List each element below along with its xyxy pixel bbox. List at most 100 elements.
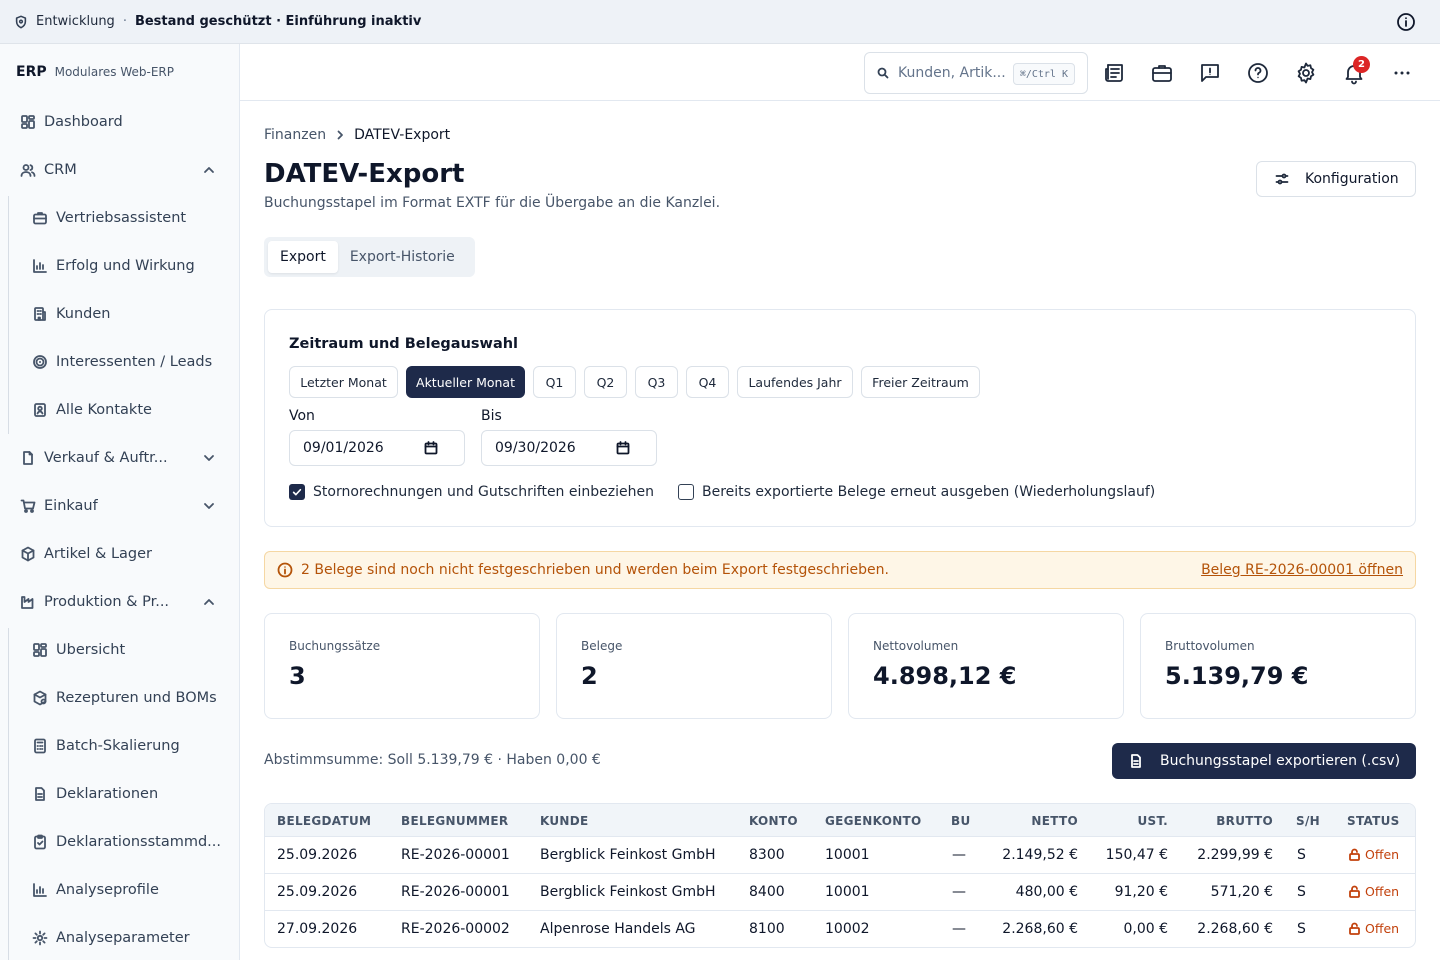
users-icon — [20, 162, 36, 178]
newspaper-icon[interactable] — [1102, 61, 1126, 85]
alert-text: 2 Belege sind noch nicht festgeschrieben… — [301, 562, 889, 578]
export-button-label: Buchungsstapel exportieren (.csv) — [1160, 753, 1401, 769]
dashboard-icon — [20, 114, 36, 130]
chip-q1[interactable]: Q1 — [533, 366, 576, 398]
gear-icon[interactable] — [1294, 61, 1318, 85]
main-content: Finanzen DATEV-Export DATEV-Export Buchu… — [240, 101, 1440, 960]
bar-chart-icon — [32, 258, 48, 274]
sidebar-item-label: Vertriebsassistent — [56, 210, 187, 226]
col-ust[interactable]: UST. — [1137, 814, 1168, 828]
col-sh[interactable]: S/H — [1296, 814, 1320, 828]
col-belegnummer[interactable]: BELEGNUMMER — [401, 814, 508, 828]
sidebar-item-crm[interactable]: CRM — [8, 150, 232, 190]
cell-bu: — — [952, 921, 966, 937]
cell-gegenkonto: 10002 — [825, 921, 870, 937]
col-bu[interactable]: BU — [951, 814, 971, 828]
search-input[interactable]: Kunden, Artik... — [898, 65, 1006, 81]
chevron-up-icon[interactable] — [202, 163, 216, 177]
table-row[interactable]: 27.09.2026 RE-2026-00002 Alpenrose Hande… — [265, 911, 1415, 947]
from-date-input[interactable]: 09/01/2026 — [289, 430, 465, 466]
sidebar-item-deklarationsstammdaten[interactable]: Deklarationsstammd... — [20, 822, 232, 862]
calendar-icon[interactable] — [424, 441, 438, 455]
sidebar-item-dashboard[interactable]: Dashboard — [8, 102, 232, 142]
cell-belegdatum: 25.09.2026 — [277, 847, 358, 863]
global-search[interactable]: Kunden, Artik... ⌘/Ctrl K — [864, 52, 1088, 94]
chip-laufendes-jahr[interactable]: Laufendes Jahr — [737, 366, 853, 398]
sidebar-item-einkauf[interactable]: Einkauf — [8, 486, 232, 526]
gear-icon — [32, 930, 48, 946]
chip-q2[interactable]: Q2 — [584, 366, 627, 398]
sidebar-item-interessenten-leads[interactable]: Interessenten / Leads — [20, 342, 232, 382]
more-icon[interactable] — [1390, 61, 1414, 85]
breadcrumb-finanzen[interactable]: Finanzen — [264, 127, 326, 143]
sidebar-item-rezepturen[interactable]: Rezepturen und BOMs — [20, 678, 232, 718]
tab-export[interactable]: Export — [268, 241, 338, 273]
briefcase-icon[interactable] — [1150, 61, 1174, 85]
stat-value: 2 — [581, 662, 598, 690]
sidebar-item-erfolg-und-wirkung[interactable]: Erfolg und Wirkung — [20, 246, 232, 286]
stat-value: 5.139,79 € — [1165, 662, 1309, 690]
sidebar-item-kunden[interactable]: Kunden — [20, 294, 232, 334]
table-row[interactable]: 25.09.2026 RE-2026-00001 Bergblick Feink… — [265, 874, 1415, 911]
sidebar-item-deklarationen[interactable]: Deklarationen — [20, 774, 232, 814]
calendar-icon[interactable] — [616, 441, 630, 455]
info-icon[interactable] — [1396, 12, 1416, 32]
sidebar-item-artikel-lager[interactable]: Artikel & Lager — [8, 534, 232, 574]
sidebar-item-label: Produktion & Pr... — [44, 594, 170, 610]
col-brutto[interactable]: BRUTTO — [1216, 814, 1273, 828]
sidebar-item-label: Dashboard — [44, 114, 123, 130]
feedback-icon[interactable] — [1198, 61, 1222, 85]
sidebar-item-vertriebsassistent[interactable]: Vertriebsassistent — [20, 198, 232, 238]
stat-card-bruttovolumen: Bruttovolumen 5.139,79 € — [1140, 613, 1416, 719]
col-konto[interactable]: KONTO — [749, 814, 798, 828]
tab-export-historie[interactable]: Export-Historie — [338, 241, 467, 273]
notification-badge: 2 — [1353, 56, 1370, 73]
col-gegenkonto[interactable]: GEGENKONTO — [825, 814, 922, 828]
col-netto[interactable]: NETTO — [1031, 814, 1078, 828]
repeat-checkbox[interactable] — [678, 484, 694, 500]
from-date-value: 09/01/2026 — [303, 440, 384, 456]
sidebar-item-analyseparameter[interactable]: Analyseparameter — [20, 918, 232, 958]
open-beleg-link[interactable]: Beleg RE-2026-00001 öffnen — [1201, 562, 1403, 578]
sidebar-item-alle-kontakte[interactable]: Alle Kontakte — [20, 390, 232, 430]
cell-gegenkonto: 10001 — [825, 847, 870, 863]
calculator-icon — [32, 738, 48, 754]
table-row[interactable]: 25.09.2026 RE-2026-00001 Bergblick Feink… — [265, 837, 1415, 874]
brand[interactable]: ERP Modulares Web-ERP — [0, 44, 239, 100]
cell-ust: 150,47 € — [1105, 847, 1168, 863]
chip-letzter-monat[interactable]: Letzter Monat — [289, 366, 398, 398]
sidebar-item-analyseprofile[interactable]: Analyseprofile — [20, 870, 232, 910]
storno-checkbox-row[interactable]: Stornorechnungen und Gutschriften einbez… — [289, 484, 654, 500]
sidebar-item-batch-skalierung[interactable]: Batch-Skalierung — [20, 726, 232, 766]
cell-sh: S — [1297, 921, 1306, 937]
sidebar-item-label: Deklarationen — [56, 786, 159, 802]
to-date-input[interactable]: 09/30/2026 — [481, 430, 657, 466]
repeat-checkbox-row[interactable]: Bereits exportierte Belege erneut ausgeb… — [678, 484, 1155, 500]
sidebar-item-label: Verkauf & Auftr... — [44, 450, 168, 466]
file-icon — [32, 786, 48, 802]
cell-netto: 2.149,52 € — [1002, 847, 1078, 863]
help-icon[interactable] — [1246, 61, 1270, 85]
chevron-down-icon[interactable] — [202, 499, 216, 513]
col-belegdatum[interactable]: BELEGDATUM — [277, 814, 371, 828]
production-subtree-line — [8, 628, 9, 960]
sidebar-item-produktion[interactable]: Produktion & Pr... — [8, 582, 232, 622]
col-kunde[interactable]: KUNDE — [540, 814, 589, 828]
from-label: Von — [289, 408, 315, 424]
cell-konto: 8300 — [749, 847, 785, 863]
stat-value: 4.898,12 € — [873, 662, 1017, 690]
sidebar-item-label: Deklarationsstammd... — [56, 834, 221, 850]
sidebar-item-verkauf[interactable]: Verkauf & Auftr... — [8, 438, 232, 478]
chip-freier-zeitraum[interactable]: Freier Zeitraum — [861, 366, 980, 398]
col-status[interactable]: STATUS — [1347, 814, 1400, 828]
chip-aktueller-monat[interactable]: Aktueller Monat — [406, 366, 525, 398]
chip-q3[interactable]: Q3 — [635, 366, 678, 398]
chevron-down-icon[interactable] — [202, 451, 216, 465]
sidebar-item-uebersicht[interactable]: Übersicht — [20, 630, 232, 670]
chip-q4[interactable]: Q4 — [686, 366, 729, 398]
configuration-button[interactable]: Konfiguration — [1256, 161, 1416, 197]
chevron-up-icon[interactable] — [202, 595, 216, 609]
export-button[interactable]: Buchungsstapel exportieren (.csv) — [1112, 743, 1416, 779]
clipboard-icon — [32, 834, 48, 850]
storno-checkbox[interactable] — [289, 484, 305, 500]
